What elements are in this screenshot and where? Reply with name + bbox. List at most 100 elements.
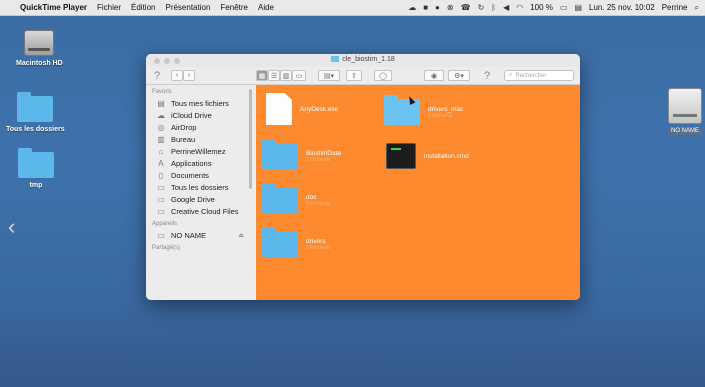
sidebar-item-applications[interactable]: Ａ Applications [146, 157, 256, 169]
desktop-icon-label: NO NAME [668, 127, 703, 135]
toolbar: ? ‹ › ▦ ☰ ▥ ▭ ▤▾ ⇧ ◯ ◉ ⚙▾ ? ⌕ Rechercher [146, 67, 580, 85]
time-machine-icon[interactable]: ↻ [478, 3, 485, 12]
menu-fichier[interactable]: Fichier [97, 3, 121, 12]
folder-icon [331, 56, 340, 62]
action-button[interactable]: ⚙▾ [448, 70, 470, 81]
back-button[interactable]: ‹ [171, 70, 183, 81]
menu-clock[interactable]: Lun. 25 nov. 10:02 [589, 3, 655, 12]
title-bar[interactable]: cle_biostim_1.18 [146, 54, 580, 67]
desktop-icon-tous-les-dossiers[interactable]: Tous les dossiers [6, 92, 65, 133]
sidebar-item-label: Bureau [171, 134, 196, 144]
file-item-anydesk[interactable]: AnyDesk.exe [266, 93, 338, 125]
file-item-biostimdata[interactable]: BiostimData 2 éléments [262, 139, 342, 169]
file-name: drivers_mac [428, 105, 464, 113]
sidebar-item-google-drive[interactable]: ▭ Google Drive [146, 193, 256, 205]
help-icon[interactable]: ? [482, 70, 492, 82]
all-files-icon: ▤ [157, 98, 165, 108]
menu-bar: QuickTime Player Fichier Édition Présent… [0, 0, 705, 16]
desktop-icon-no-name[interactable]: NO NAME [668, 88, 703, 135]
hard-drive-icon [24, 30, 55, 56]
sidebar-item-icloud-drive[interactable]: ☁ iCloud Drive [146, 109, 256, 121]
sidebar-item-label: PerrineWillemez [171, 146, 226, 156]
bluetooth-icon[interactable]: ᛒ [491, 3, 496, 12]
sidebar-item-tous-mes-fichiers[interactable]: ▤ Tous mes fichiers [146, 97, 256, 109]
window-title-text: cle_biostim_1.18 [342, 56, 395, 63]
cloud-status-icon[interactable]: ☁ [408, 3, 416, 12]
folder-icon [18, 148, 54, 178]
file-item-count: 3 éléments [306, 200, 331, 207]
eject-icon[interactable]: ⏏ [238, 232, 244, 239]
sidebar-item-no-name[interactable]: ▭ NO NAME ⏏ [146, 229, 256, 241]
status-area: ☁ ■ ● ⊗ ☎ ↻ ᛒ ◀ ◠ 100 % ▭ ▤ Lun. 25 nov.… [408, 3, 705, 13]
menu-edition[interactable]: Édition [131, 3, 155, 12]
menu-fenetre[interactable]: Fenêtre [220, 3, 248, 12]
search-field[interactable]: ⌕ Rechercher [504, 70, 574, 81]
sidebar-section-header: Appareils [152, 221, 178, 227]
share-button[interactable]: ⇧ [346, 70, 362, 81]
folder-icon [262, 227, 298, 257]
input-source-icon[interactable]: ▤ [574, 3, 582, 12]
menu-presentation[interactable]: Présentation [165, 3, 210, 12]
window-title: cle_biostim_1.18 [146, 56, 580, 63]
chevron-left-icon: ‹ [8, 214, 16, 239]
quick-look-button[interactable]: ◉ [424, 70, 444, 81]
sidebar-item-label: iCloud Drive [171, 110, 212, 120]
search-placeholder: Rechercher [515, 72, 547, 79]
file-item-installation-cmd[interactable]: installation.cmd [386, 143, 469, 169]
sidebar-item-label: Creative Cloud Files [171, 206, 239, 216]
airdrop-icon: ◎ [157, 122, 165, 132]
finder-window: cle_biostim_1.18 ? ‹ › ▦ ☰ ▥ ▭ ▤▾ ⇧ ◯ ◉ … [146, 54, 580, 300]
spotlight-icon[interactable]: ⌕ [695, 3, 699, 13]
sidebar-item-label: NO NAME [171, 230, 207, 240]
wifi-icon[interactable]: ◠ [516, 3, 523, 12]
sidebar: Favoris ▤ Tous mes fichiers ☁ iCloud Drive… [146, 85, 256, 300]
desktop-icon-tmp[interactable]: tmp [18, 148, 54, 189]
sidebar-item-label: Google Drive [171, 194, 215, 204]
folder-icon [262, 183, 298, 213]
drive-icon: ▭ [157, 230, 165, 240]
battery-icon[interactable]: ▭ [560, 3, 568, 12]
battery-percent[interactable]: 100 % [530, 3, 553, 12]
forward-button[interactable]: › [183, 70, 195, 81]
file-item-drivers[interactable]: drivers 2 éléments [262, 227, 330, 257]
sidebar-item-home[interactable]: ⌂ PerrineWillemez [146, 145, 256, 157]
phone-icon[interactable]: ☎ [461, 3, 471, 12]
sidebar-item-bureau[interactable]: ▥ Bureau [146, 133, 256, 145]
icon-view-button[interactable]: ▦ [256, 70, 268, 81]
folder-icon [384, 95, 420, 125]
folder-icon [262, 139, 298, 169]
desktop-icon-label: Macintosh HD [16, 60, 63, 67]
menu-aide[interactable]: Aide [258, 3, 274, 12]
sidebar-item-creative-cloud-files[interactable]: ▭ Creative Cloud Files [146, 205, 256, 217]
terminal-icon [386, 143, 416, 169]
file-name: BiostimData [306, 149, 342, 157]
file-name: AnyDesk.exe [300, 105, 339, 113]
file-browser-content: AnyDesk.exe drivers_mac 2 éléments Biost… [256, 85, 580, 300]
close-status-icon[interactable]: ⊗ [447, 3, 454, 12]
arrange-button[interactable]: ▤▾ [318, 70, 340, 81]
volume-icon[interactable]: ◀ [503, 3, 509, 12]
file-item-doc[interactable]: doc 3 éléments [262, 183, 331, 213]
external-drive-icon [668, 88, 702, 124]
menu-app-name[interactable]: QuickTime Player [20, 3, 87, 12]
folder-icon: ▭ [157, 182, 165, 192]
app-status-icon[interactable]: ■ [423, 3, 428, 12]
sidebar-item-label: Tous les dossiers [171, 182, 229, 192]
desktop-icon: ▥ [157, 134, 165, 144]
sidebar-item-airdrop[interactable]: ◎ AirDrop [146, 121, 256, 133]
column-view-button[interactable]: ▥ [280, 70, 292, 81]
folder-icon [17, 92, 54, 122]
sidebar-item-tous-les-dossiers[interactable]: ▭ Tous les dossiers [146, 181, 256, 193]
record-status-icon[interactable]: ● [435, 3, 440, 12]
help-icon[interactable]: ? [152, 70, 162, 82]
file-item-count: 2 éléments [428, 112, 453, 119]
menu-user[interactable]: Perrine [662, 3, 688, 12]
file-item-drivers-mac[interactable]: drivers_mac 2 éléments [384, 95, 464, 125]
sidebar-item-label: Tous mes fichiers [171, 98, 229, 108]
sidebar-scrollbar[interactable] [249, 89, 252, 189]
desktop-icon-macintosh-hd[interactable]: Macintosh HD [16, 30, 63, 67]
tags-button[interactable]: ◯ [374, 70, 392, 81]
sidebar-item-documents[interactable]: ▯ Documents [146, 169, 256, 181]
gallery-view-button[interactable]: ▭ [292, 70, 306, 81]
list-view-button[interactable]: ☰ [268, 70, 280, 81]
